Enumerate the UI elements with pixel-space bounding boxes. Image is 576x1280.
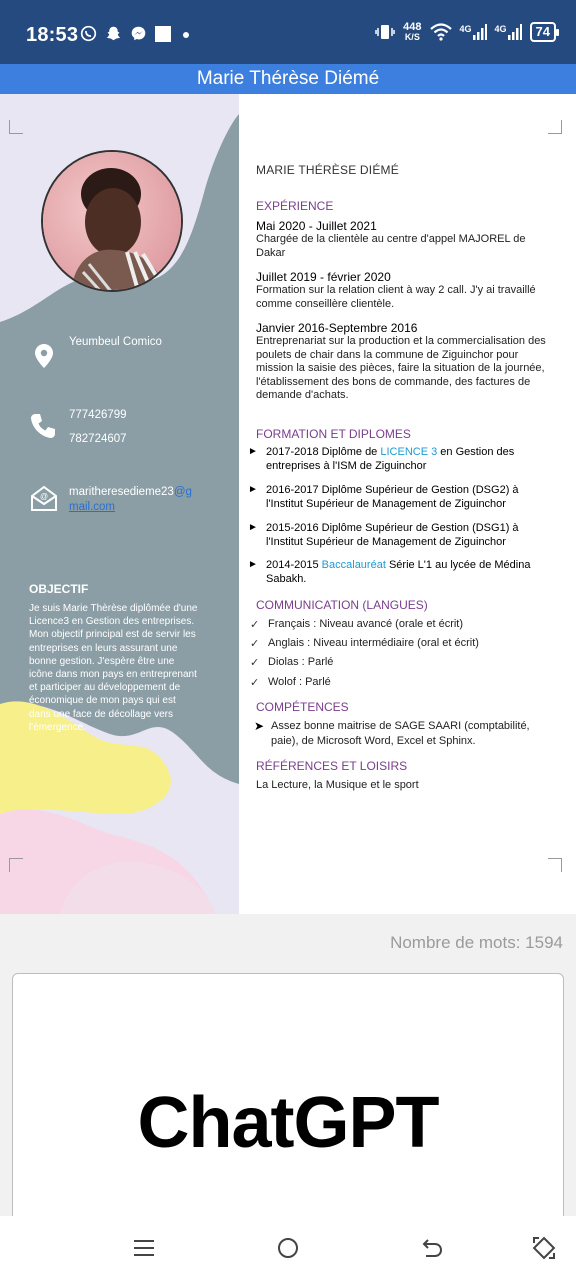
menu-button[interactable] (128, 1232, 160, 1264)
whatsapp-icon (80, 25, 97, 42)
back-icon (422, 1239, 443, 1257)
rotate-icon (532, 1236, 556, 1260)
formation-4-pre: 2014-2015 (266, 559, 322, 571)
experience-1-desc: Chargée de la clientèle au centre d'appe… (256, 233, 526, 259)
chatgpt-banner[interactable]: ChatGPT (12, 973, 564, 1233)
cv-name-heading: MARIE THÉRÈSE DIÉMÉ (256, 163, 399, 177)
vibrate-icon (375, 25, 395, 39)
check-icon: ✓ (250, 619, 260, 631)
messenger-icon (131, 26, 146, 41)
formation-2-text: 2016-2017 Diplôme Supérieur de Gestion (… (266, 484, 519, 510)
check-icon: ✓ (250, 638, 260, 650)
arrow-bullet-icon: ► (248, 446, 258, 457)
formation-1-pre: 2017-2018 Diplôme de (266, 446, 381, 458)
competence-text: Assez bonne maitrise de SAGE SAARI (comp… (271, 720, 530, 747)
back-button[interactable] (416, 1232, 448, 1264)
profile-photo (41, 150, 183, 292)
references-title: RÉFÉRENCES ET LOISIRS (256, 759, 408, 773)
objectif-text: Je suis Marie Thèrèse diplômée d'une Lic… (29, 603, 198, 733)
email-prefix: maritheresedieme23 (69, 486, 174, 498)
signal-1: 4G (460, 24, 487, 40)
experience-3-desc: Entreprenariat sur la production et la c… (256, 335, 546, 402)
status-right: 448 K/S 4G 4G 74 (375, 21, 560, 43)
crop-mark (9, 120, 23, 134)
experience-2-desc: Formation sur la relation client à way 2… (256, 284, 536, 310)
arrow-bullet-icon: ► (248, 522, 258, 533)
experience-1-date: Mai 2020 - Juillet 2021 (256, 219, 377, 233)
formation-title: FORMATION ET DIPLOMES (256, 427, 411, 441)
arrow-bullet-icon: ► (248, 559, 258, 570)
language-4-text: Wolof : Parlé (268, 676, 331, 688)
formation-4-text: 2014-2015 Baccalauréat Série L'1 au lycé… (266, 559, 546, 586)
phone-number-1: 777426799 (69, 409, 127, 421)
chatgpt-logo-text: ChatGPT (137, 1083, 439, 1163)
square-icon (155, 25, 171, 42)
dot-icon (183, 31, 189, 38)
formation-1-highlight: LICENCE 3 (380, 446, 438, 458)
signal-2-label: 4G (494, 24, 507, 34)
crop-mark (548, 120, 562, 134)
menu-icon (134, 1240, 154, 1256)
formation-1-text: 2017-2018 Diplôme de LICENCE 3 en Gestio… (266, 446, 546, 473)
wifi-icon (429, 23, 452, 41)
email-text[interactable]: maritheresedieme23@g mail.com (69, 485, 229, 515)
email-link-at[interactable]: @g (174, 486, 192, 498)
phone-number-2: 782724607 (69, 433, 127, 445)
email-link-domain[interactable]: mail.com (69, 501, 115, 513)
navigation-bar (0, 1216, 576, 1280)
formation-3-text: 2015-2016 Diplôme Supérieur de Gestion (… (266, 522, 519, 548)
battery-indicator: 74 (529, 22, 560, 42)
snapchat-icon (106, 26, 121, 41)
crop-mark (548, 858, 562, 872)
signal-2: 4G (495, 24, 522, 40)
experience-title: EXPÉRIENCE (256, 199, 334, 213)
language-2-text: Anglais : Niveau intermédiaire (oral et … (268, 637, 479, 649)
signal-1-label: 4G (459, 24, 472, 34)
rotate-button[interactable] (528, 1232, 560, 1264)
language-3-text: Diolas : Parlé (268, 656, 334, 668)
check-icon: ✓ (250, 677, 260, 689)
net-speed-value: 448 (403, 21, 422, 33)
signal-icon (472, 24, 487, 40)
address-text: Yeumbeul Comico (69, 336, 162, 348)
notification-icons (80, 25, 193, 42)
document-title: Marie Thérèse Diémé (0, 64, 576, 94)
home-icon (278, 1238, 298, 1258)
net-speed-unit: K/S (404, 32, 420, 42)
crop-mark (9, 858, 23, 872)
email-icon: @ (31, 485, 57, 511)
arrow-bullet-icon: ► (248, 484, 258, 495)
experience-3-date: Janvier 2016-Septembre 2016 (256, 321, 418, 335)
competences-title: COMPÉTENCES (256, 700, 349, 714)
net-speed: 448 K/S (403, 21, 422, 43)
objectif-title: OBJECTIF (29, 582, 89, 596)
profile-photo-image (43, 152, 181, 290)
formation-4-highlight: Baccalauréat (321, 559, 386, 571)
phone-icon (31, 414, 55, 438)
cv-sidebar: Yeumbeul Comico 777426799 782724607 @ ma… (0, 94, 239, 914)
chevron-bullet-icon: ➤ (254, 719, 265, 733)
check-icon: ✓ (250, 657, 260, 669)
signal-icon (507, 24, 522, 40)
language-1-text: Français : Niveau avancé (orale et écrit… (268, 618, 464, 630)
status-bar: 18:53 448 K/S 4G 4G 74 (0, 0, 576, 64)
home-button[interactable] (272, 1232, 304, 1264)
document-page[interactable]: Yeumbeul Comico 777426799 782724607 @ ma… (0, 94, 576, 914)
word-count: Nombre de mots: 1594 (390, 933, 563, 952)
communication-title: COMMUNICATION (LANGUES) (256, 598, 428, 612)
experience-2-date: Juillet 2019 - février 2020 (256, 270, 391, 284)
references-text: La Lecture, la Musique et le sport (256, 779, 419, 791)
status-time: 18:53 (26, 24, 79, 46)
svg-text:@: @ (40, 492, 48, 501)
location-icon (35, 344, 53, 368)
